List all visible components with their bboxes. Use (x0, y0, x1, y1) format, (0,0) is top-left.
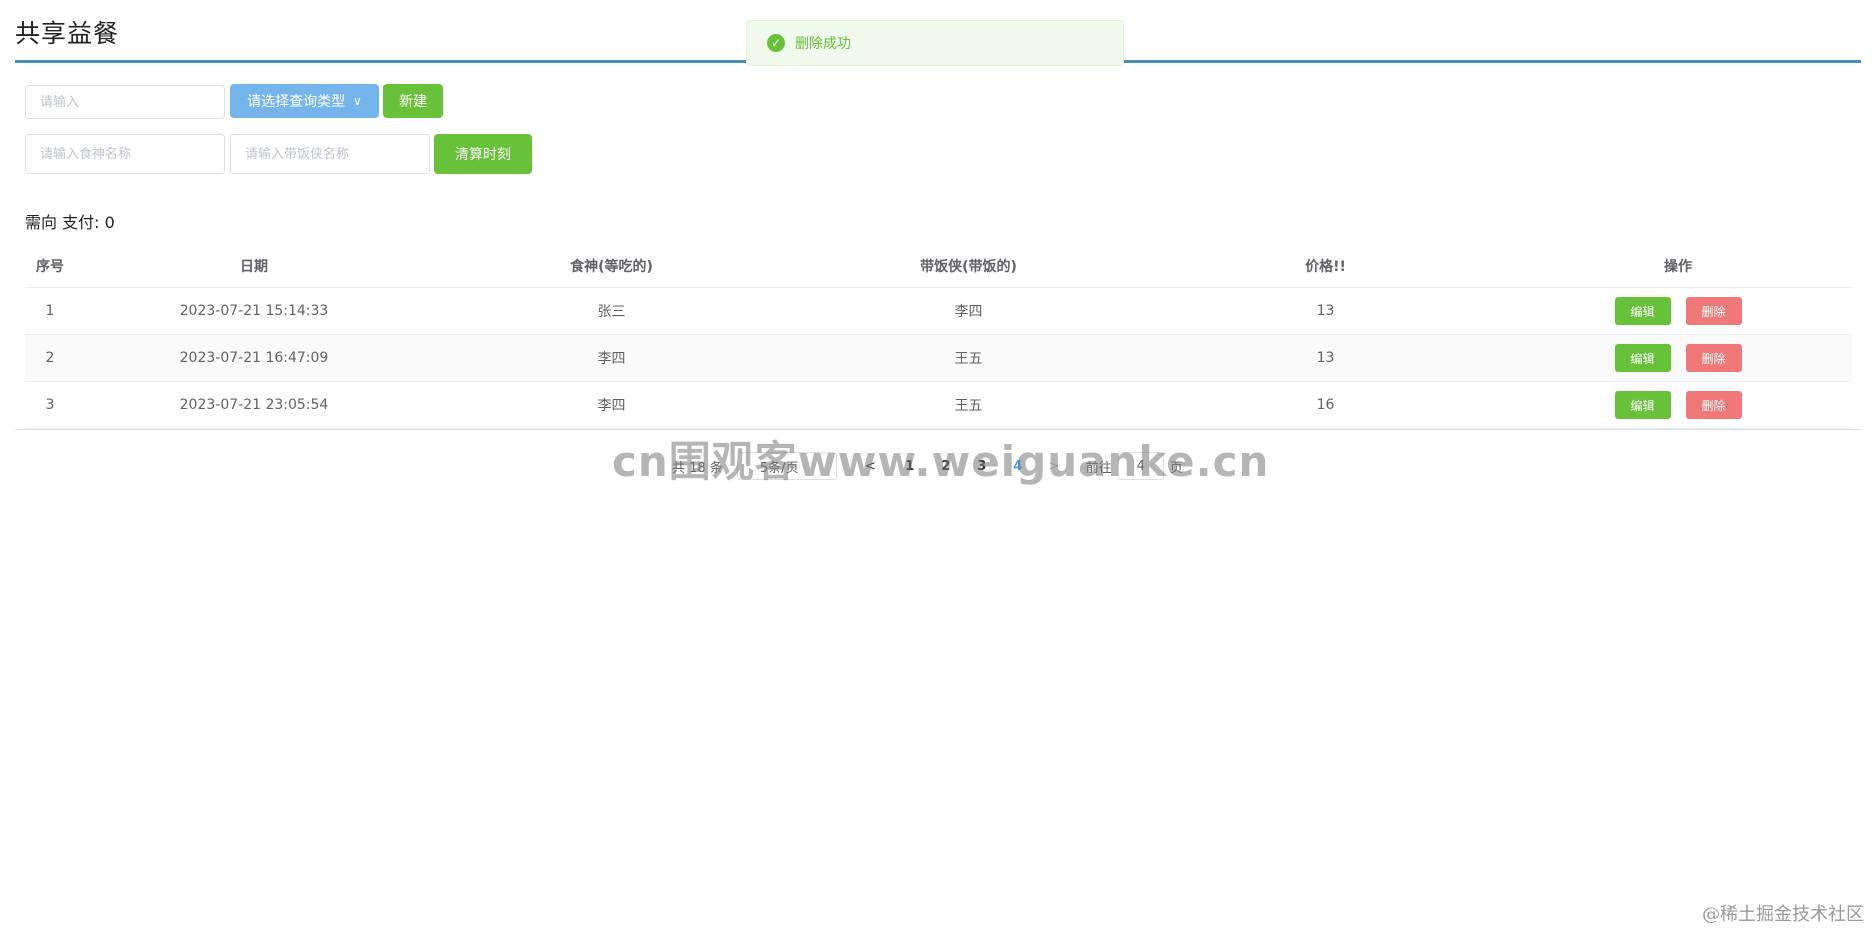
new-button[interactable]: 新建 (383, 84, 443, 118)
edit-button[interactable]: 编辑 (1614, 297, 1671, 325)
row-carrier: 王五 (790, 334, 1147, 382)
header-carrier: 带饭侠(带饭的) (790, 245, 1147, 288)
row-index: 3 (25, 381, 75, 429)
row-carrier: 李四 (790, 287, 1147, 335)
table-row: 1 2023-07-21 15:14:33 张三 李四 13 编辑 删除 (25, 287, 1852, 335)
delete-button[interactable]: 删除 (1685, 344, 1742, 372)
table-row: 2 2023-07-21 16:47:09 李四 王五 13 编辑 删除 (25, 334, 1852, 382)
edit-button[interactable]: 编辑 (1614, 344, 1671, 372)
edit-button[interactable]: 编辑 (1614, 391, 1671, 419)
header-date: 日期 (75, 245, 433, 288)
page-title: 共享益餐 (15, 19, 120, 48)
row-carrier: 王五 (790, 381, 1147, 429)
query-type-label: 请选择查询类型 (247, 94, 346, 110)
row-actions: 编辑 删除 (1504, 287, 1852, 335)
row-eater: 李四 (433, 334, 790, 382)
delete-button[interactable]: 删除 (1685, 297, 1742, 325)
row-price: 13 (1147, 334, 1504, 382)
carrier-name-input[interactable] (230, 134, 430, 174)
watermark-text: cn围观客www.weiguanke.cn (612, 437, 1270, 486)
header-price: 价格!! (1147, 245, 1504, 288)
row-eater: 张三 (433, 287, 790, 335)
row-date: 2023-07-21 15:14:33 (75, 287, 433, 335)
header-eater: 食神(等吃的) (433, 245, 790, 288)
chevron-down-icon: ∨ (353, 94, 362, 108)
row-date: 2023-07-21 23:05:54 (75, 381, 433, 429)
row-price: 16 (1147, 381, 1504, 429)
toast-message: 删除成功 (795, 36, 851, 52)
row-index: 1 (25, 287, 75, 335)
header-index: 序号 (25, 245, 75, 288)
header-actions: 操作 (1504, 245, 1852, 288)
success-toast: ✓ 删除成功 (746, 20, 1124, 66)
keyword-search-input[interactable] (25, 85, 225, 119)
food-god-name-input[interactable] (25, 134, 225, 174)
delete-button[interactable]: 删除 (1685, 391, 1742, 419)
orders-table: 序号 日期 食神(等吃的) 带饭侠(带饭的) 价格!! 操作 1 2023-07… (25, 245, 1852, 429)
table-header-row: 序号 日期 食神(等吃的) 带饭侠(带饭的) 价格!! 操作 (25, 245, 1852, 288)
row-actions: 编辑 删除 (1504, 334, 1852, 382)
query-type-select[interactable]: 请选择查询类型 ∨ (230, 84, 379, 118)
row-date: 2023-07-21 16:47:09 (75, 334, 433, 382)
corner-watermark: @稀土掘金技术社区 (1702, 904, 1864, 925)
row-actions: 编辑 删除 (1504, 381, 1852, 429)
balance-summary: 需向 支付: 0 (25, 213, 115, 232)
settle-button[interactable]: 清算时刻 (434, 134, 532, 174)
row-eater: 李四 (433, 381, 790, 429)
table-row: 3 2023-07-21 23:05:54 李四 王五 16 编辑 删除 (25, 381, 1852, 429)
row-price: 13 (1147, 287, 1504, 335)
row-index: 2 (25, 334, 75, 382)
check-circle-icon: ✓ (767, 34, 785, 52)
